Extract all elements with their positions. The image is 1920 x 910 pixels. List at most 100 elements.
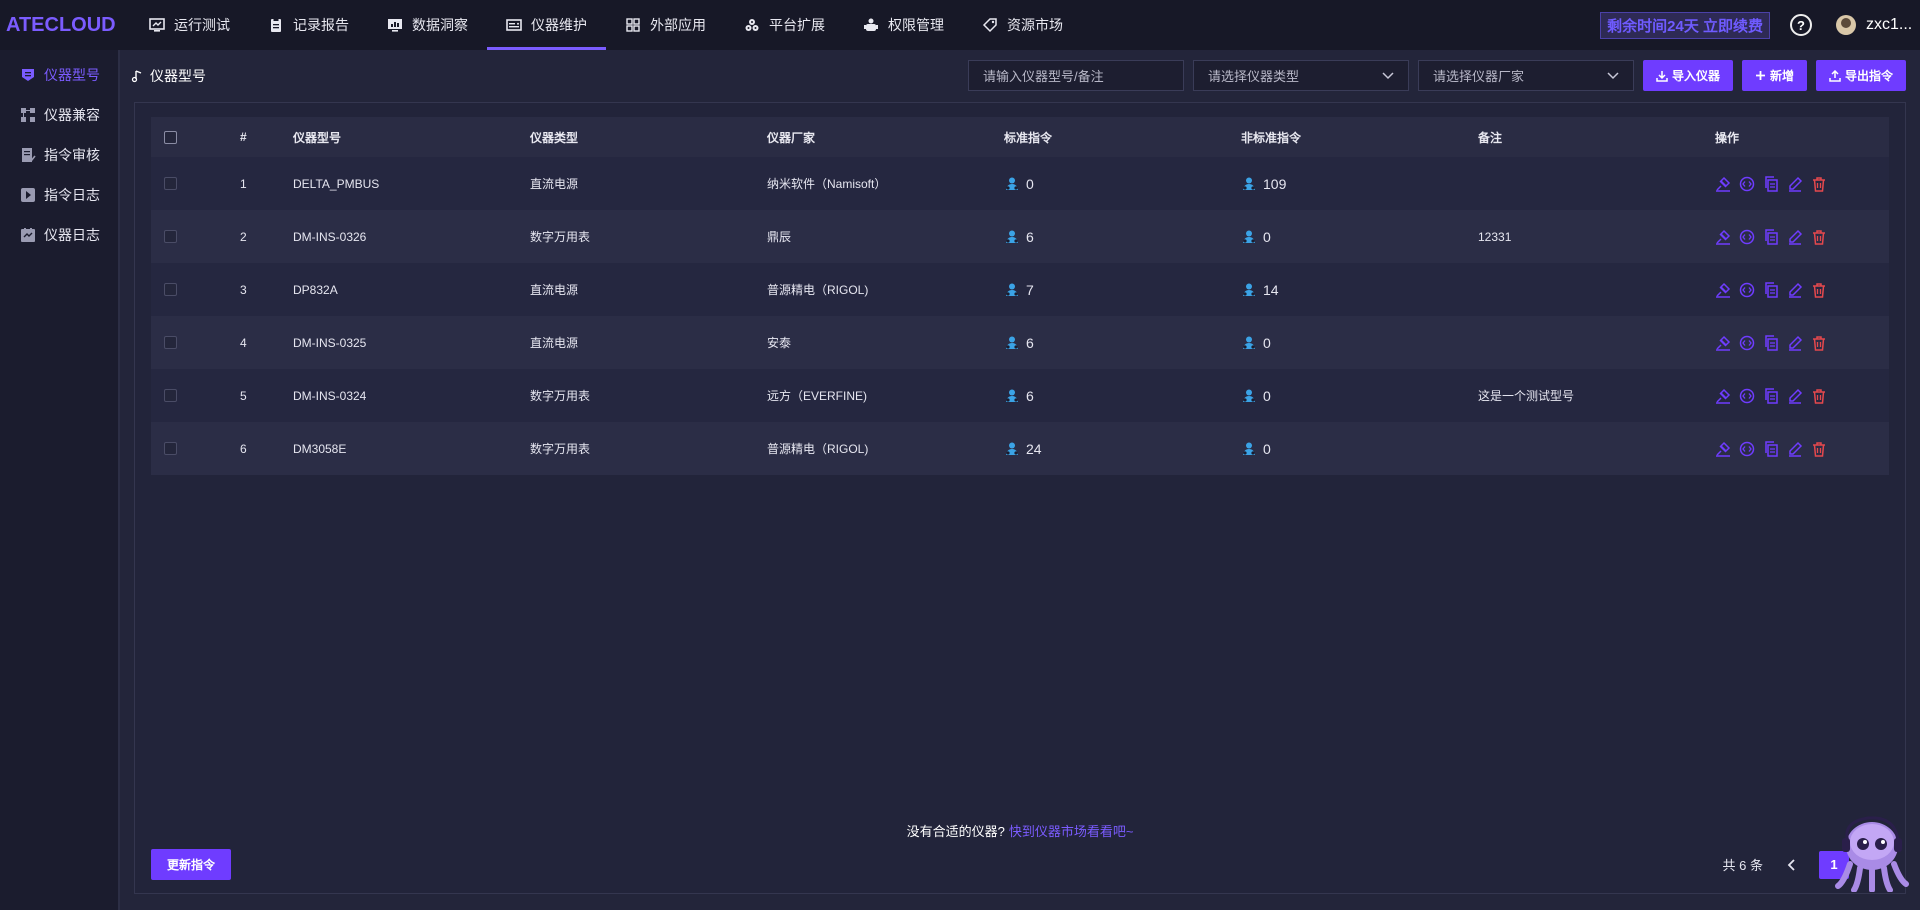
row-checkbox[interactable] <box>164 283 177 296</box>
nav-external-apps[interactable]: 外部应用 <box>606 0 725 50</box>
delete-icon[interactable] <box>1811 282 1827 298</box>
nonstandard-commands[interactable]: 0 <box>1241 335 1478 351</box>
row-checkbox[interactable] <box>164 442 177 455</box>
select-all-checkbox[interactable] <box>164 130 177 144</box>
column-header: 仪器厂家 <box>767 117 1004 157</box>
nav-resource-market[interactable]: 资源市场 <box>963 0 1082 50</box>
debug-icon[interactable] <box>1715 229 1731 245</box>
sidebar-item-command-review[interactable]: 指令审核 <box>0 135 118 175</box>
help-icon[interactable]: ? <box>1790 14 1812 36</box>
row-checkbox[interactable] <box>164 177 177 190</box>
standard-commands[interactable]: 7 <box>1004 282 1241 298</box>
instrument-model: DP832A <box>293 263 530 316</box>
nonstandard-commands[interactable]: 14 <box>1241 282 1478 298</box>
copy-icon[interactable] <box>1763 228 1779 245</box>
copy-icon[interactable] <box>1763 334 1779 351</box>
copy-icon[interactable] <box>1763 387 1779 404</box>
debug-icon[interactable] <box>1715 282 1731 298</box>
copy-icon[interactable] <box>1763 281 1779 298</box>
operations-cell <box>1715 210 1889 263</box>
app-logo[interactable]: ATECLOUD <box>0 14 130 37</box>
copy-icon[interactable] <box>1763 440 1779 457</box>
code-icon[interactable] <box>1739 388 1755 404</box>
search-input[interactable]: 请输入仪器型号/备注 <box>967 60 1184 91</box>
select-all-cell <box>151 117 240 157</box>
chevron-left-icon[interactable] <box>1787 858 1795 871</box>
delete-icon[interactable] <box>1811 335 1827 351</box>
nav-run-test[interactable]: 运行测试 <box>130 0 249 50</box>
table-row: 4 DM-INS-0325 直流电源 安泰 6 0 <box>151 316 1889 369</box>
nav-label: 外部应用 <box>650 17 706 33</box>
sidebar-item-instrument-log[interactable]: 仪器日志 <box>0 215 118 255</box>
nav-label: 资源市场 <box>1007 17 1063 33</box>
nonstandard-commands[interactable]: 0 <box>1241 388 1478 404</box>
debug-icon[interactable] <box>1715 441 1731 457</box>
add-button[interactable]: 新增 <box>1741 60 1807 91</box>
update-commands-button[interactable]: 更新指令 <box>151 849 232 880</box>
trial-renew-banner[interactable]: 剩余时间24天 立即续费 <box>1600 11 1770 39</box>
nav-instrument-maintenance[interactable]: 仪器维护 <box>487 0 606 50</box>
grid-icon <box>625 17 641 33</box>
debug-icon[interactable] <box>1715 335 1731 351</box>
vendor-placeholder: 请选择仪器厂家 <box>1432 69 1524 84</box>
note <box>1478 263 1715 316</box>
standard-commands[interactable]: 6 <box>1004 388 1241 404</box>
debug-icon[interactable] <box>1715 176 1731 192</box>
nonstandard-commands[interactable]: 109 <box>1241 176 1478 192</box>
sidebar-item-instrument-model[interactable]: 仪器型号 <box>0 55 118 95</box>
assistant-mascot-icon[interactable] <box>1828 812 1910 893</box>
code-icon[interactable] <box>1739 335 1755 351</box>
main-panel: # 仪器型号 仪器类型 仪器厂家 标准指令 非标准指令 备注 操作 1 DELT… <box>134 102 1906 894</box>
edit-icon[interactable] <box>1787 441 1803 457</box>
standard-commands[interactable]: 6 <box>1004 229 1241 245</box>
sidebar-item-label: 仪器日志 <box>44 227 100 243</box>
page-title: 仪器型号 <box>150 68 206 84</box>
edit-icon[interactable] <box>1787 176 1803 192</box>
import-instrument-button[interactable]: 导入仪器 <box>1642 60 1733 91</box>
market-link[interactable]: 快到仪器市场看看吧~ <box>1009 824 1134 839</box>
standard-commands[interactable]: 0 <box>1004 176 1241 192</box>
sidebar-item-command-log[interactable]: 指令日志 <box>0 175 118 215</box>
nonstandard-commands-cell: 0 <box>1241 369 1478 422</box>
nonstandard-commands[interactable]: 0 <box>1241 441 1478 457</box>
delete-icon[interactable] <box>1811 176 1827 192</box>
code-icon[interactable] <box>1739 229 1755 245</box>
nav-data-insight[interactable]: 数据洞察 <box>368 0 487 50</box>
export-icon <box>1829 69 1841 82</box>
instrument-vendor: 普源精电（RIGOL) <box>767 263 1004 316</box>
avatar[interactable] <box>1836 15 1856 35</box>
edit-icon[interactable] <box>1787 388 1803 404</box>
nonstandard-commands[interactable]: 0 <box>1241 229 1478 245</box>
delete-icon[interactable] <box>1811 388 1827 404</box>
nav-permission-management[interactable]: 权限管理 <box>844 0 963 50</box>
row-checkbox[interactable] <box>164 230 177 243</box>
music-note-icon <box>131 69 145 83</box>
instrument-type: 直流电源 <box>530 263 767 316</box>
username[interactable]: zxc1... <box>1866 16 1920 34</box>
market-tip-text: 没有合适的仪器? <box>906 824 1005 839</box>
edit-icon[interactable] <box>1787 335 1803 351</box>
table-row: 5 DM-INS-0324 数字万用表 远方（EVERFINE) 6 0 这是一… <box>151 369 1889 422</box>
sidebar-item-instrument-compat[interactable]: 仪器兼容 <box>0 95 118 135</box>
instrument-vendor-select[interactable]: 请选择仪器厂家 <box>1417 60 1634 91</box>
export-commands-button[interactable]: 导出指令 <box>1815 60 1906 91</box>
instrument-type-select[interactable]: 请选择仪器类型 <box>1192 60 1409 91</box>
delete-icon[interactable] <box>1811 229 1827 245</box>
nav-record-report[interactable]: 记录报告 <box>249 0 368 50</box>
edit-icon[interactable] <box>1787 229 1803 245</box>
instrument-vendor: 鼎辰 <box>767 210 1004 263</box>
standard-commands[interactable]: 6 <box>1004 335 1241 351</box>
edit-icon[interactable] <box>1787 282 1803 298</box>
code-icon[interactable] <box>1739 441 1755 457</box>
sidebar-item-label: 仪器型号 <box>44 67 100 83</box>
nav-platform-extension[interactable]: 平台扩展 <box>725 0 844 50</box>
row-checkbox[interactable] <box>164 389 177 402</box>
debug-icon[interactable] <box>1715 388 1731 404</box>
extension-icon <box>744 17 760 33</box>
standard-commands[interactable]: 24 <box>1004 441 1241 457</box>
copy-icon[interactable] <box>1763 175 1779 192</box>
row-checkbox[interactable] <box>164 336 177 349</box>
delete-icon[interactable] <box>1811 441 1827 457</box>
code-icon[interactable] <box>1739 282 1755 298</box>
code-icon[interactable] <box>1739 176 1755 192</box>
